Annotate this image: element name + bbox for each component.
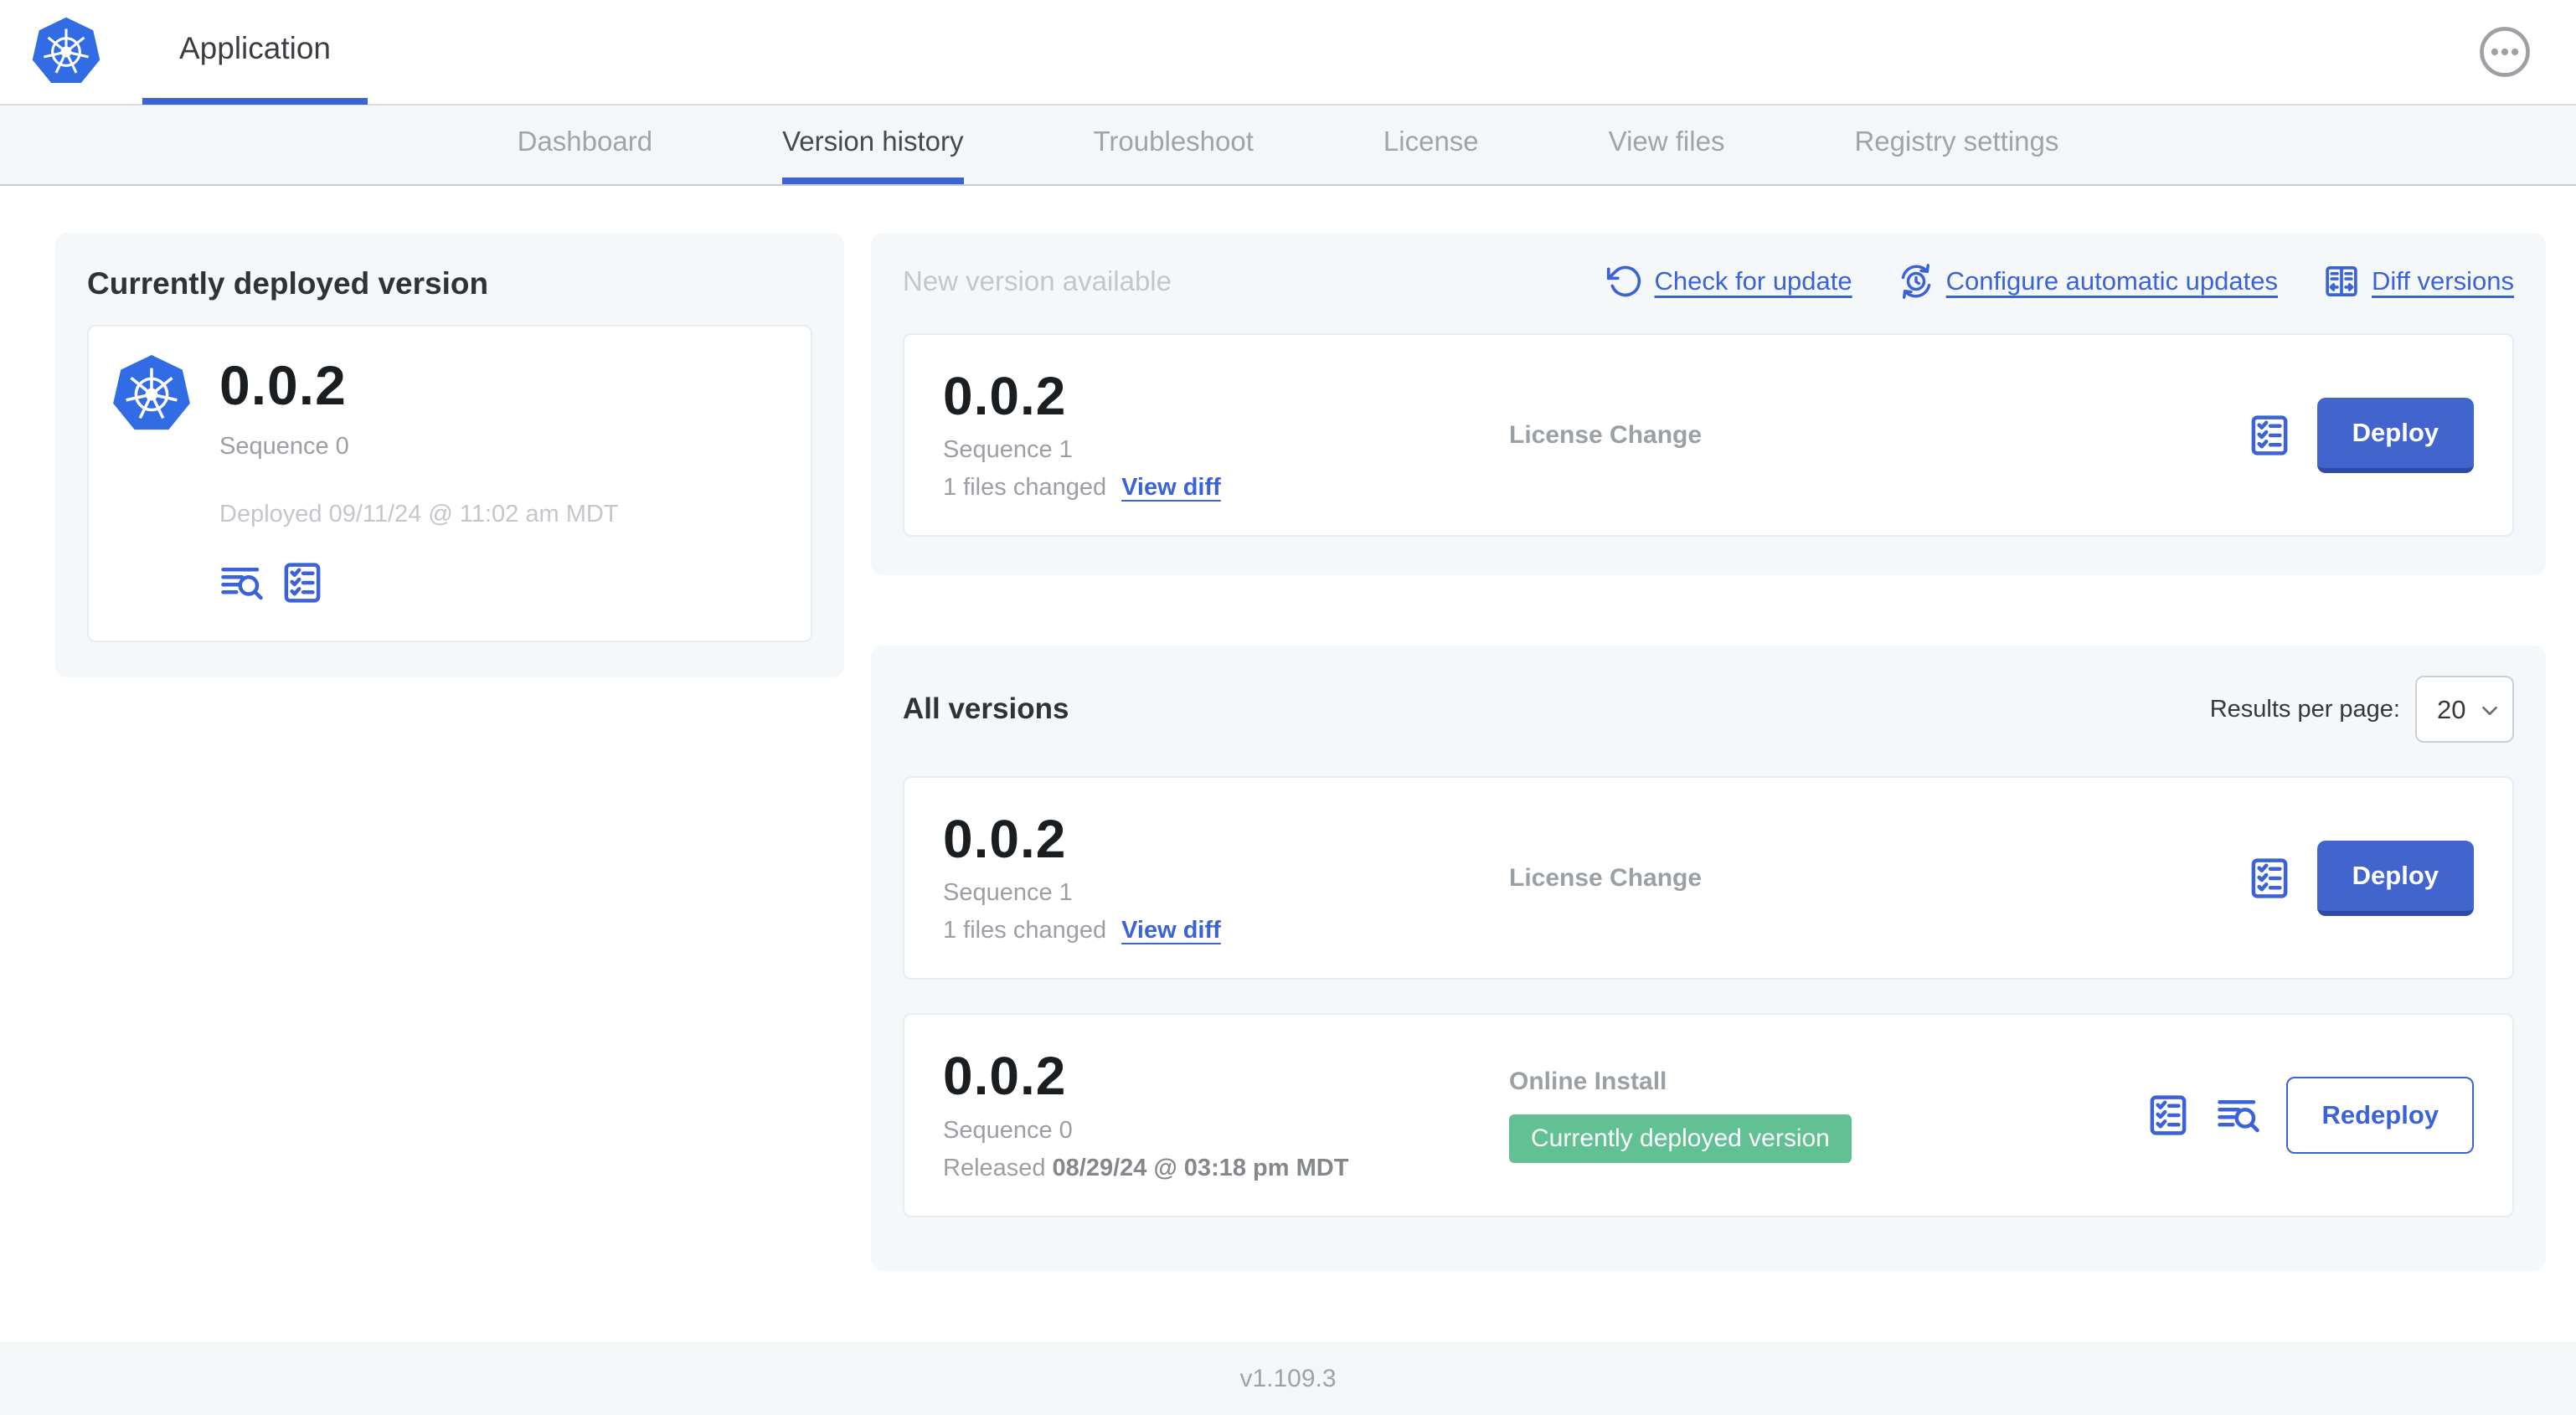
- configure-automatic-updates-link[interactable]: Configure automatic updates: [1898, 263, 2278, 300]
- view-logs-button[interactable]: [2216, 1093, 2261, 1138]
- left-column: Currently deployed version 0.0.2 Sequenc…: [55, 233, 844, 678]
- tab-license[interactable]: License: [1383, 105, 1479, 184]
- deployed-timestamp: Deployed 09/11/24 @ 11:02 am MDT: [219, 501, 619, 528]
- version-source: License Change: [1509, 863, 1703, 892]
- new-version-header: New version available Check for update C…: [903, 263, 2514, 300]
- version-info: 0.0.2 Sequence 1 1 files changed View di…: [943, 368, 1509, 502]
- released-date: 08/29/24 @ 03:18 pm MDT: [1052, 1154, 1349, 1181]
- results-per-page-select-wrap: 20: [2415, 676, 2514, 744]
- results-per-page-select[interactable]: 20: [2417, 677, 2512, 742]
- view-diff-link[interactable]: View diff: [1121, 917, 1221, 944]
- new-version-panel: New version available Check for update C…: [871, 233, 2546, 576]
- checklist-icon: [284, 563, 321, 603]
- preflight-checks-button[interactable]: [2247, 856, 2292, 901]
- version-info: 0.0.2 Sequence 0 Released 08/29/24 @ 03:1…: [943, 1048, 1509, 1181]
- version-info: 0.0.2 Sequence 1 1 files changed View di…: [943, 809, 1509, 944]
- clock-refresh-icon: [1901, 264, 1930, 299]
- check-for-update-link[interactable]: Check for update: [1606, 263, 1852, 300]
- checklist-icon: [2151, 1095, 2187, 1135]
- tab-registry-settings[interactable]: Registry settings: [1854, 105, 2058, 184]
- deploy-button[interactable]: Deploy: [2316, 840, 2474, 916]
- tab-view-files[interactable]: View files: [1609, 105, 1725, 184]
- new-version-card: 0.0.2 Sequence 1 1 files changed View di…: [903, 333, 2514, 538]
- all-versions-header: All versions Results per page: 20: [903, 676, 2514, 744]
- tab-version-history[interactable]: Version history: [782, 105, 964, 184]
- diff-versions-link[interactable]: Diff versions: [2323, 263, 2514, 300]
- app-tab-application[interactable]: Application: [142, 0, 368, 105]
- all-versions-title: All versions: [903, 692, 1069, 726]
- tab-dashboard[interactable]: Dashboard: [518, 105, 652, 184]
- version-source: Online Install: [1509, 1067, 1667, 1095]
- version-actions: Deploy: [2247, 397, 2474, 473]
- new-version-title: New version available: [903, 265, 1172, 296]
- files-changed-row: 1 files changed View diff: [943, 917, 1509, 944]
- results-per-page: Results per page: 20: [2209, 676, 2514, 744]
- kubernetes-app-icon: [111, 353, 193, 435]
- app-header: Application: [0, 0, 2576, 105]
- version-actions: Deploy: [2247, 840, 2474, 916]
- main-content: Currently deployed version 0.0.2 Sequenc…: [0, 186, 2576, 1342]
- view-preflight-checks-button[interactable]: [280, 560, 325, 605]
- deployed-actions: [219, 560, 786, 605]
- version-source-block: Online Install Currently deployed versio…: [1509, 1068, 2146, 1163]
- released-label: Released: [943, 1154, 1046, 1181]
- ellipsis-circle-icon: [2480, 27, 2530, 77]
- app-nav: Dashboard Version history Troubleshoot L…: [0, 105, 2576, 186]
- deploy-button[interactable]: Deploy: [2316, 397, 2474, 473]
- preflight-checks-button[interactable]: [2146, 1093, 2191, 1138]
- version-number: 0.0.2: [943, 1046, 1067, 1107]
- lines-magnifier-icon: [221, 568, 263, 600]
- version-number: 0.0.2: [943, 809, 1067, 870]
- currently-deployed-badge: Currently deployed version: [1509, 1114, 1852, 1163]
- version-number: 0.0.2: [943, 366, 1067, 426]
- currently-deployed-panel: Currently deployed version 0.0.2 Sequenc…: [55, 233, 844, 678]
- currently-deployed-title: Currently deployed version: [87, 266, 489, 301]
- version-source: License Change: [1509, 420, 1703, 449]
- currently-deployed-card: 0.0.2 Sequence 0 Deployed 09/11/24 @ 11:…: [87, 325, 812, 643]
- version-sequence: Sequence 1: [943, 879, 1073, 907]
- redeploy-button[interactable]: Redeploy: [2286, 1076, 2474, 1154]
- preflight-checks-button[interactable]: [2247, 413, 2292, 458]
- rotate-ccw-icon: [1606, 265, 1641, 297]
- version-sequence: Sequence 0: [943, 1116, 1073, 1144]
- tab-troubleshoot[interactable]: Troubleshoot: [1094, 105, 1254, 184]
- files-changed-row: 1 files changed View diff: [943, 474, 1509, 502]
- all-versions-panel: All versions Results per page: 20 0.0.2 …: [871, 646, 2546, 1271]
- app-title: Application: [179, 31, 332, 65]
- checklist-icon: [2251, 858, 2288, 898]
- checklist-icon: [2251, 414, 2288, 455]
- app-footer: v1.109.3: [0, 1342, 2576, 1415]
- more-menu-button[interactable]: [2477, 24, 2532, 80]
- update-actions: Check for update Configure automatic upd…: [1606, 263, 2514, 300]
- results-per-page-label: Results per page:: [2209, 695, 2400, 723]
- view-logs-button[interactable]: [219, 560, 265, 605]
- files-changed-label: 1 files changed: [943, 474, 1107, 502]
- view-diff-link[interactable]: View diff: [1121, 474, 1221, 502]
- right-column: New version available Check for update C…: [871, 233, 2546, 1271]
- kubernetes-logo-icon: [30, 16, 102, 88]
- diff-columns-icon: [2326, 266, 2357, 296]
- console-version: v1.109.3: [1239, 1364, 1337, 1392]
- version-sequence: Sequence 1: [943, 436, 1073, 464]
- version-actions: Redeploy: [2146, 1076, 2474, 1154]
- lines-magnifier-icon: [2218, 1099, 2260, 1133]
- deployed-sequence: Sequence 0: [219, 433, 349, 461]
- version-row: 0.0.2 Sequence 0 Released 08/29/24 @ 03:1…: [903, 1013, 2514, 1217]
- version-row: 0.0.2 Sequence 1 1 files changed View di…: [903, 776, 2514, 980]
- deployed-version-number: 0.0.2: [219, 354, 347, 416]
- files-changed-label: 1 files changed: [943, 917, 1107, 944]
- released-timestamp: Released 08/29/24 @ 03:18 pm MDT: [943, 1155, 1509, 1182]
